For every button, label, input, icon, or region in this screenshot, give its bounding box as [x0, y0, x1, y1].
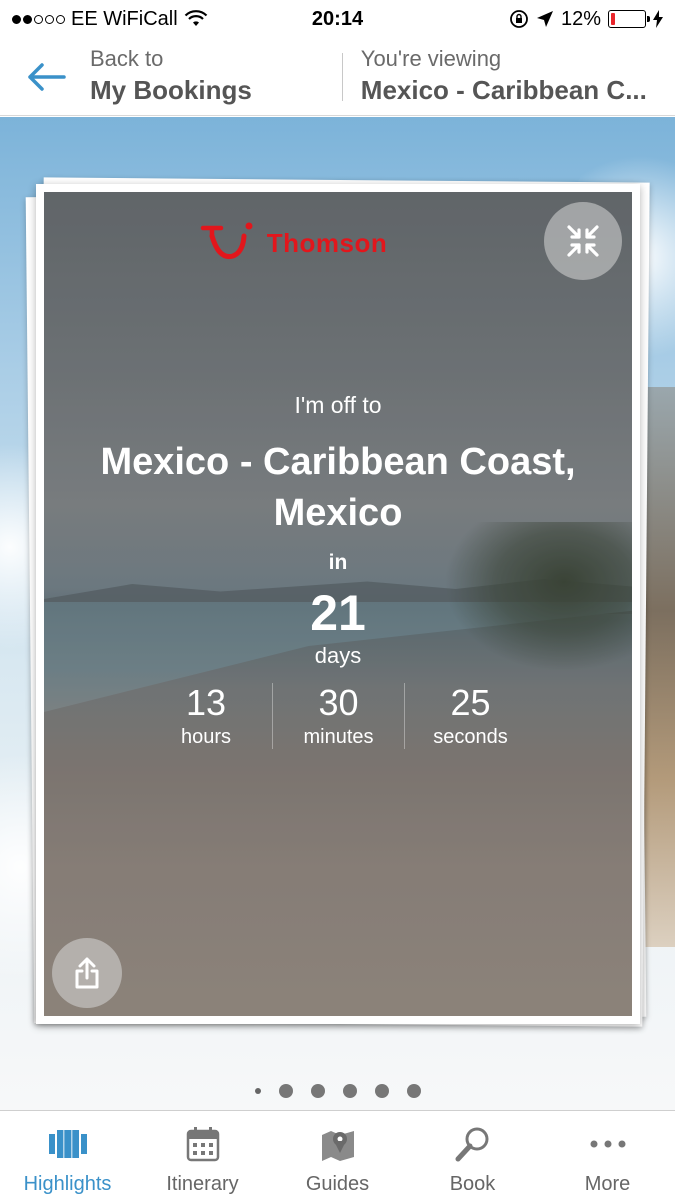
- status-right: 12%: [509, 8, 663, 31]
- page-dot[interactable]: [310, 1084, 325, 1098]
- beach-photo: Thomson I'm off to Mexico - Caribbean Co…: [44, 192, 632, 1016]
- share-icon: [75, 957, 99, 989]
- seconds-label: seconds: [433, 726, 508, 749]
- hms-countdown: 13 hours 30 minutes 25 seconds: [44, 683, 632, 750]
- back-small-label: Back to: [90, 46, 164, 72]
- status-left: EE WiFiCall: [12, 8, 208, 31]
- back-to-bookings-button[interactable]: Back to My Bookings: [0, 38, 252, 115]
- viewing-destination: Mexico - Caribbean C...: [360, 74, 647, 105]
- in-label: in: [328, 550, 348, 574]
- viewing-small-label: You're viewing: [360, 46, 502, 72]
- page-dot[interactable]: [278, 1084, 293, 1098]
- countdown-card[interactable]: Thomson I'm off to Mexico - Caribbean Co…: [36, 184, 640, 1024]
- calendar-icon: [183, 1125, 223, 1163]
- seconds-value: 25: [450, 681, 491, 723]
- viewing-label-block: You're viewing Mexico - Caribbean C...: [361, 45, 647, 107]
- location-arrow-icon: [536, 11, 553, 27]
- hours-column: 13 hours: [140, 683, 272, 750]
- tab-guides[interactable]: Guides: [270, 1111, 405, 1200]
- carrier-name: EE WiFiCall: [71, 7, 178, 30]
- tab-highlights-label: Highlights: [23, 1173, 112, 1195]
- back-arrow-icon: [28, 62, 66, 91]
- minutes-value: 30: [318, 681, 359, 723]
- tab-more-label: More: [584, 1173, 631, 1195]
- battery-fill: [611, 13, 615, 25]
- collapse-arrows-icon: [567, 225, 599, 257]
- destination-title: Mexico - Caribbean Coast, Mexico: [100, 441, 576, 534]
- tab-book-label: Book: [449, 1173, 496, 1195]
- share-button[interactable]: [52, 938, 122, 1008]
- map-pin-icon: [318, 1125, 358, 1163]
- back-big-label: My Bookings: [90, 74, 252, 105]
- charging-bolt-icon: [653, 10, 663, 28]
- page-dot[interactable]: [342, 1084, 357, 1098]
- days-count: 21: [310, 584, 366, 641]
- search-icon: [453, 1125, 493, 1163]
- battery-icon: [608, 10, 650, 28]
- minutes-label: minutes: [303, 726, 374, 749]
- minutes-column: 30 minutes: [272, 683, 404, 750]
- tab-highlights[interactable]: Highlights: [0, 1111, 135, 1200]
- page-dot[interactable]: [374, 1084, 389, 1098]
- seconds-column: 25 seconds: [404, 683, 536, 750]
- signal-strength-icon: [12, 14, 65, 24]
- wifi-icon: [184, 10, 207, 26]
- days-label: days: [314, 642, 362, 668]
- page-indicator[interactable]: [0, 1084, 675, 1098]
- back-label-block: Back to My Bookings: [90, 45, 252, 107]
- bottom-tab-bar: Highlights Itinerary Guides Book More: [0, 1110, 675, 1200]
- brand-name: Thomson: [266, 227, 388, 258]
- trip-countdown: I'm off to Mexico - Caribbean Coast, Mex…: [44, 392, 632, 750]
- rotation-lock-icon: [510, 10, 528, 28]
- page-dot[interactable]: [406, 1084, 421, 1098]
- battery-percent: 12%: [560, 7, 601, 30]
- hours-value: 13: [185, 681, 227, 723]
- highlights-icon: [48, 1125, 88, 1163]
- off-to-label: I'm off to: [294, 392, 382, 418]
- collapse-button[interactable]: [544, 202, 622, 280]
- page-dot-active[interactable]: [254, 1088, 261, 1094]
- status-bar: EE WiFiCall 20:14 12%: [0, 0, 675, 38]
- more-dots-icon: [588, 1125, 628, 1163]
- tab-guides-label: Guides: [305, 1173, 370, 1195]
- tui-smile-logo-icon: [200, 222, 253, 260]
- header-divider: [341, 52, 343, 101]
- tab-itinerary[interactable]: Itinerary: [135, 1111, 270, 1200]
- hours-label: hours: [180, 726, 232, 749]
- tab-itinerary-label: Itinerary: [166, 1173, 239, 1195]
- tab-more[interactable]: More: [540, 1111, 675, 1200]
- top-nav-header: Back to My Bookings You're viewing Mexic…: [0, 38, 675, 116]
- tab-book[interactable]: Book: [405, 1111, 540, 1200]
